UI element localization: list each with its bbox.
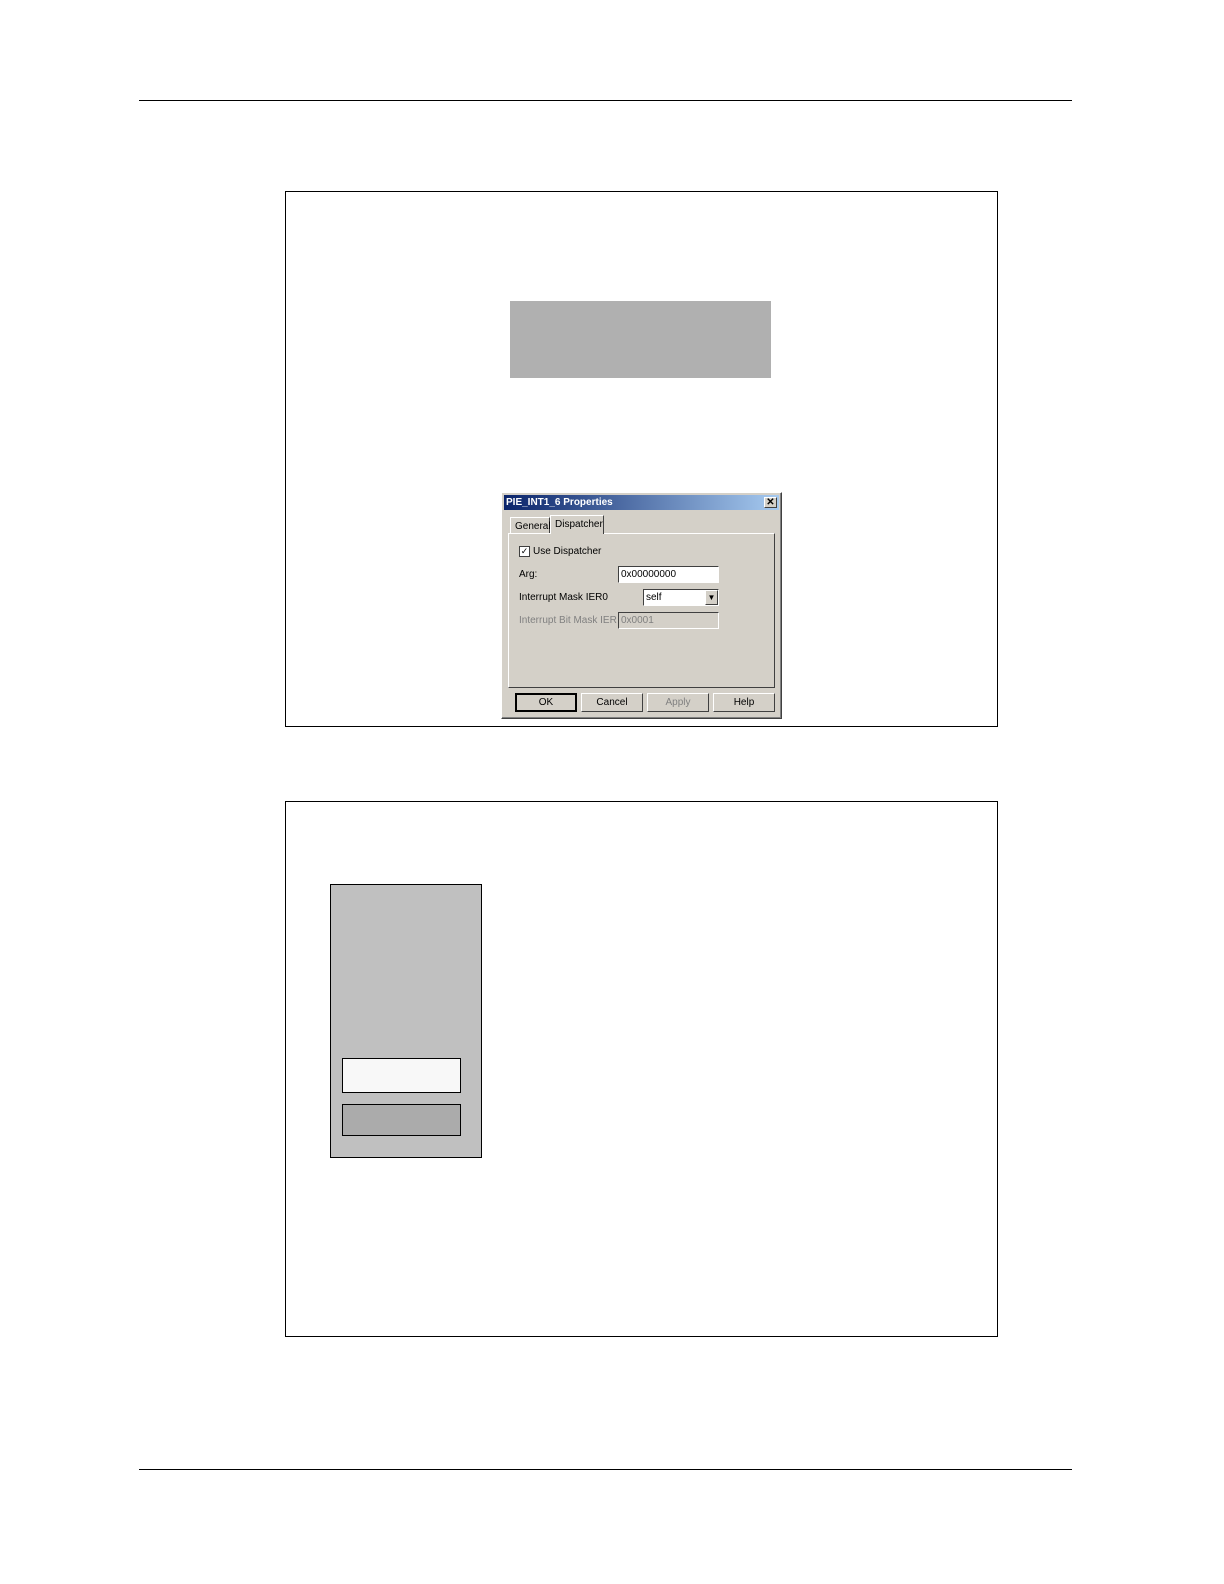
dialog-titlebar: PIE_INT1_6 Properties ✕: [504, 495, 779, 510]
chevron-down-icon[interactable]: ▼: [705, 590, 718, 605]
help-button[interactable]: Help: [713, 693, 775, 712]
interrupt-mask-value: self: [646, 592, 662, 603]
ok-button[interactable]: OK: [515, 693, 577, 712]
cancel-button[interactable]: Cancel: [581, 693, 643, 712]
bit-mask-label: Interrupt Bit Mask IER: [519, 615, 617, 626]
redacted-image-block: [510, 301, 771, 378]
arg-input[interactable]: 0x00000000: [618, 566, 719, 583]
footer-rule: [139, 1469, 1072, 1470]
interrupt-mask-label: Interrupt Mask IER0: [519, 592, 608, 603]
tab-general[interactable]: General: [510, 517, 551, 534]
tab-dispatcher[interactable]: Dispatcher: [550, 515, 604, 534]
use-dispatcher-checkbox[interactable]: ✓: [519, 546, 530, 557]
apply-button: Apply: [647, 693, 709, 712]
header-rule: [139, 100, 1072, 101]
interrupt-mask-select[interactable]: self ▼: [643, 589, 719, 606]
use-dispatcher-row[interactable]: ✓ Use Dispatcher: [519, 546, 601, 558]
arg-label: Arg:: [519, 569, 538, 580]
dialog-title: PIE_INT1_6 Properties: [506, 497, 613, 508]
properties-dialog: PIE_INT1_6 Properties ✕ General Dispatch…: [501, 492, 782, 719]
bit-mask-input: 0x0001: [618, 612, 719, 629]
white-panel-box: [342, 1058, 461, 1093]
close-icon[interactable]: ✕: [764, 497, 777, 508]
use-dispatcher-label: Use Dispatcher: [533, 546, 602, 558]
dark-panel-box: [342, 1104, 461, 1136]
